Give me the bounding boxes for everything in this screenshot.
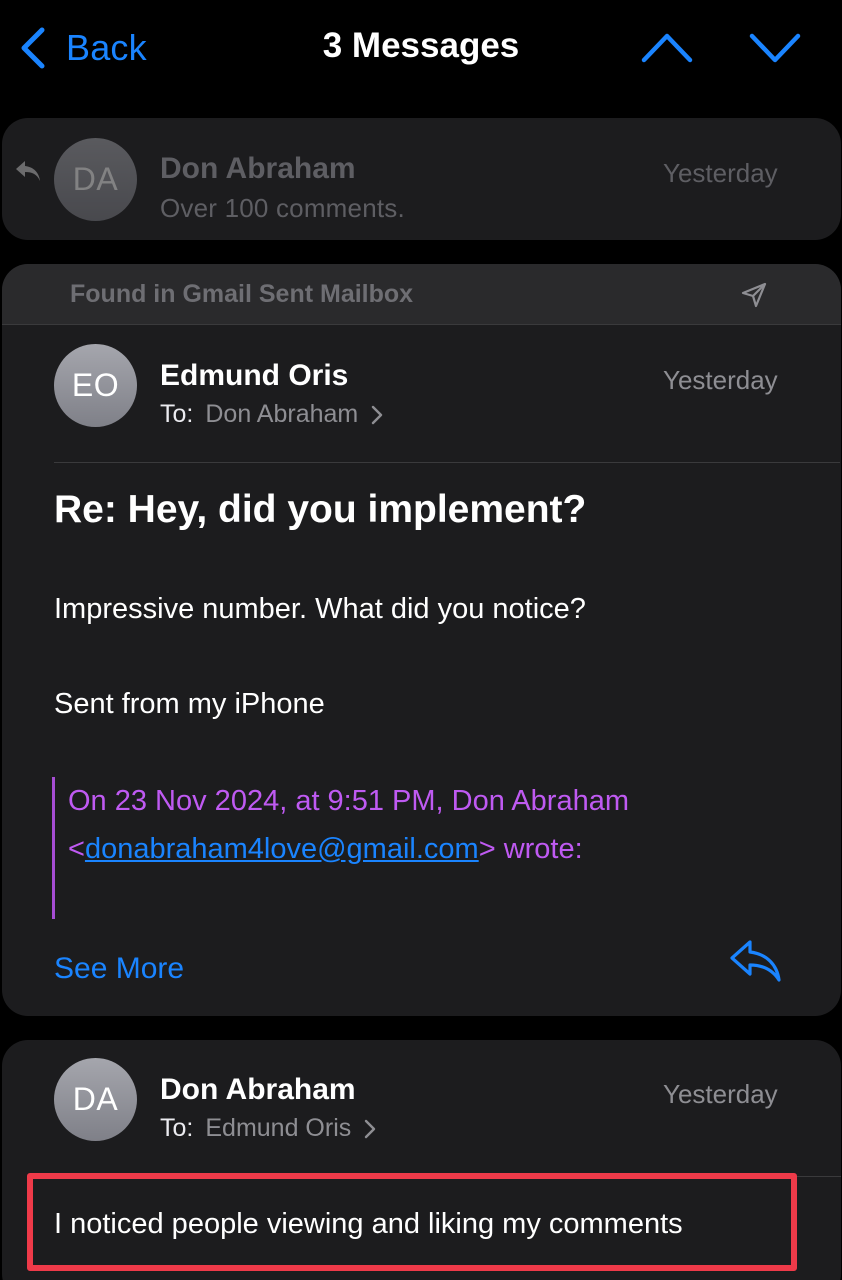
recipient-name: Don Abraham xyxy=(205,400,359,428)
quoted-email-link[interactable]: donabraham4love@gmail.com xyxy=(85,833,479,865)
recipient-name: Edmund Oris xyxy=(205,1114,352,1142)
quoted-header: On 23 Nov 2024, at 9:51 PM, Don Abraham … xyxy=(68,777,808,873)
chevron-up-icon[interactable] xyxy=(640,28,694,68)
chevron-right-icon xyxy=(365,1119,376,1138)
message-body-highlighted: I noticed people viewing and liking my c… xyxy=(54,1208,683,1240)
to-label: To: xyxy=(160,400,194,428)
divider xyxy=(54,462,840,463)
message-signature: Sent from my iPhone xyxy=(54,688,325,720)
reply-icon[interactable] xyxy=(728,936,784,984)
navigation-bar: Back 3 Messages xyxy=(0,0,842,96)
message-date: Yesterday xyxy=(663,1079,778,1109)
quote-lt: < xyxy=(68,833,85,865)
chevron-down-icon[interactable] xyxy=(748,28,802,68)
recipient-line[interactable]: To: Edmund Oris xyxy=(160,1114,377,1143)
paper-plane-icon xyxy=(741,282,767,308)
message-date: Yesterday xyxy=(663,365,778,395)
message-subject: Re: Hey, did you implement? xyxy=(54,488,587,531)
found-in-mailbox-banner[interactable]: Found in Gmail Sent Mailbox xyxy=(2,264,841,325)
avatar: EO xyxy=(54,344,137,427)
sender-name: Don Abraham xyxy=(160,152,356,185)
found-in-label: Found in Gmail Sent Mailbox xyxy=(70,280,414,308)
page-title: 3 Messages xyxy=(322,26,520,65)
message-body-line: Impressive number. What did you notice? xyxy=(54,593,586,625)
message-date: Yesterday xyxy=(663,158,778,188)
quote-suffix: > wrote: xyxy=(478,833,583,865)
avatar: DA xyxy=(54,138,137,221)
chevron-right-icon xyxy=(372,405,383,424)
avatar: DA xyxy=(54,1058,137,1141)
sender-name: Don Abraham xyxy=(160,1073,356,1106)
message-snippet: Over 100 comments. xyxy=(160,193,405,223)
quote-bar xyxy=(52,777,55,919)
see-more-link[interactable]: See More xyxy=(54,952,184,986)
to-label: To: xyxy=(160,1114,194,1142)
reply-arrow-icon xyxy=(16,161,40,181)
divider xyxy=(797,1176,841,1177)
quote-attribution: On 23 Nov 2024, at 9:51 PM, Don Abraham xyxy=(68,785,629,817)
sender-name: Edmund Oris xyxy=(160,359,349,392)
recipient-line[interactable]: To: Don Abraham xyxy=(160,400,384,429)
